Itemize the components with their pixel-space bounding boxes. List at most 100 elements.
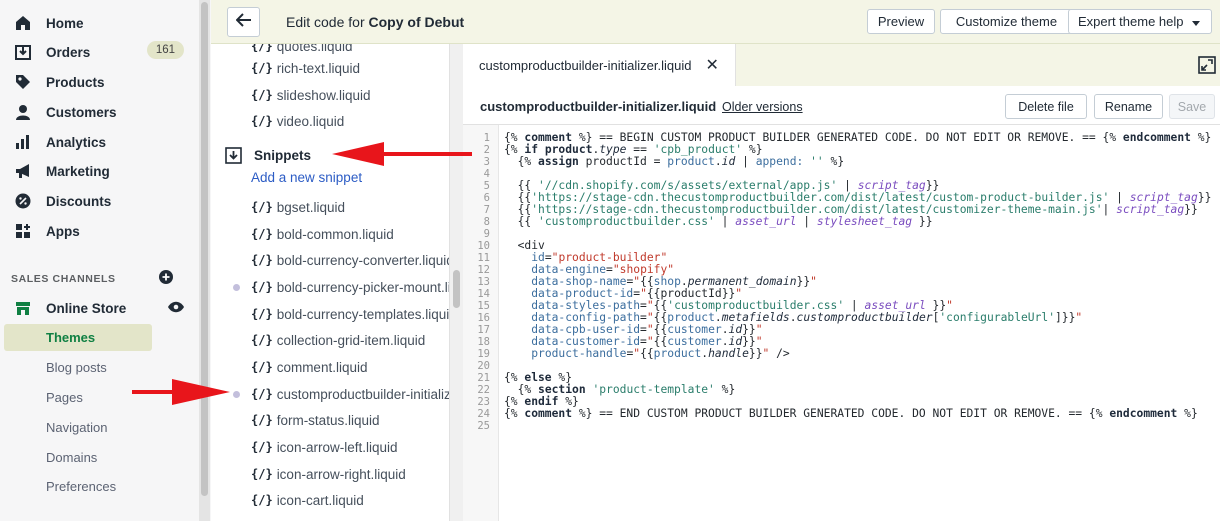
nav-item-discounts[interactable]: Discounts: [14, 189, 184, 213]
nav-item-online-store[interactable]: Online Store: [14, 296, 184, 320]
liquid-file-icon: {/}: [251, 114, 273, 128]
tab-customproductbuilder-initializer[interactable]: customproductbuilder-initializer.liquid …: [463, 44, 736, 86]
file-name: slideshow.liquid: [276, 87, 371, 103]
file-name: bold-currency-picker-mount.liquid: [276, 279, 449, 295]
file-item[interactable]: {/} bold-currency-converter.liquid: [251, 249, 449, 271]
code-line: {{ 'customproductbuilder.css' | asset_ur…: [504, 215, 933, 228]
add-snippet-link[interactable]: Add a new snippet: [251, 170, 362, 185]
liquid-file-icon: {/}: [251, 467, 273, 481]
home-icon: [14, 14, 32, 32]
file-item[interactable]: {/} icon-cart.liquid: [251, 489, 364, 511]
megaphone-icon: [14, 162, 32, 180]
file-item[interactable]: {/} video.liquid: [251, 110, 344, 132]
subnav-navigation[interactable]: Navigation: [4, 414, 152, 441]
nav-label: Home: [46, 15, 84, 31]
nav-label: Orders: [46, 44, 91, 60]
file-list-scrollbar[interactable]: [449, 44, 463, 521]
liquid-file-icon: {/}: [251, 280, 273, 294]
subnav-preferences[interactable]: Preferences: [4, 473, 152, 500]
subnav-pages[interactable]: Pages: [4, 384, 152, 411]
line-number: 3: [483, 156, 490, 168]
title-prefix: Edit code for: [286, 14, 365, 30]
nav-item-apps[interactable]: Apps: [14, 219, 184, 243]
delete-file-button[interactable]: Delete file: [1005, 94, 1087, 119]
caret-down-icon: [1191, 14, 1200, 29]
snippets-heading[interactable]: Snippets: [225, 144, 311, 166]
file-item[interactable]: {/} rich-text.liquid: [251, 57, 360, 79]
file-item[interactable]: {/} form-status.liquid: [251, 409, 379, 431]
scrollbar-thumb[interactable]: [201, 2, 208, 496]
discount-icon: [14, 192, 32, 210]
sales-channels-label: SALES CHANNELS: [11, 273, 116, 285]
file-name: comment.liquid: [276, 359, 368, 375]
file-name: bold-currency-templates.liquid: [276, 306, 450, 322]
customize-theme-button[interactable]: Customize theme: [940, 9, 1073, 34]
add-channel-icon[interactable]: [159, 270, 173, 287]
line-number: 24: [477, 408, 490, 420]
nav-item-analytics[interactable]: Analytics: [14, 130, 184, 154]
file-item[interactable]: {/} icon-arrow-left.liquid: [251, 436, 397, 458]
nav-item-customers[interactable]: Customers: [14, 100, 184, 124]
file-name: bgset.liquid: [276, 199, 345, 215]
back-button[interactable]: [227, 7, 260, 37]
line-number: 18: [477, 336, 490, 348]
nav-label: Discounts: [46, 193, 112, 209]
admin-sidebar: Home Orders 161 Products Customers Analy…: [0, 0, 196, 521]
subnav-blog-posts[interactable]: Blog posts: [4, 354, 152, 381]
sidebar-scrollbar[interactable]: [199, 0, 210, 521]
line-number: 11: [477, 252, 490, 264]
file-name: quotes.liquid: [276, 44, 353, 54]
line-number: 25: [477, 420, 490, 432]
modified-dot: [233, 284, 240, 291]
file-item[interactable]: {/} slideshow.liquid: [251, 84, 371, 106]
annotation-arrow-file: [132, 379, 230, 405]
liquid-file-icon: {/}: [251, 253, 273, 267]
nav-item-orders[interactable]: Orders 161: [14, 40, 184, 64]
file-item[interactable]: {/} quotes.liquid: [251, 44, 353, 57]
scrollbar-thumb[interactable]: [453, 270, 460, 308]
eye-icon[interactable]: [168, 301, 184, 316]
expert-help-button[interactable]: Expert theme help: [1068, 9, 1212, 34]
liquid-file-icon: {/}: [251, 88, 273, 102]
line-number: 7: [483, 204, 490, 216]
file-item[interactable]: {/} bgset.liquid: [251, 196, 345, 218]
person-icon: [14, 103, 32, 121]
close-icon[interactable]: ✕: [705, 55, 718, 75]
file-name: icon-cart.liquid: [276, 492, 364, 508]
nav-item-products[interactable]: Products: [14, 70, 184, 94]
liquid-file-icon: {/}: [251, 493, 273, 507]
page-title: Edit code for Copy of Debut: [286, 14, 464, 30]
file-item[interactable]: {/}bold-currency-picker-mount.liquid: [251, 276, 449, 298]
subnav-themes[interactable]: Themes: [4, 324, 152, 351]
liquid-file-icon: {/}: [251, 440, 273, 454]
code-line: {% comment %} == END CUSTOM PRODUCT BUIL…: [504, 407, 1198, 420]
expand-icon[interactable]: [1198, 56, 1216, 74]
file-item[interactable]: {/} icon-arrow-right.liquid: [251, 463, 406, 485]
nav-item-marketing[interactable]: Marketing: [14, 159, 184, 183]
file-item-selected[interactable]: {/}customproductbuilder-initializer.liqu…: [251, 383, 449, 405]
file-item[interactable]: {/} bold-common.liquid: [251, 223, 394, 245]
save-button[interactable]: Save: [1169, 94, 1215, 119]
file-item[interactable]: {/} collection-grid-item.liquid: [251, 329, 425, 351]
line-number: 9: [483, 228, 490, 240]
line-number-gutter: 1 2 3 4 5 6 7 8 9 10 11 12 13 14 15 16 17 18 19 20 21 22 23 24 2…: [463, 125, 499, 521]
subnav-domains[interactable]: Domains: [4, 444, 152, 471]
nav-label: Online Store: [46, 300, 127, 316]
older-versions-link[interactable]: Older versions: [722, 100, 803, 114]
file-item[interactable]: {/} bold-currency-templates.liquid: [251, 303, 450, 325]
liquid-file-icon: {/}: [251, 200, 273, 214]
file-name: form-status.liquid: [276, 412, 380, 428]
rename-button[interactable]: Rename: [1094, 94, 1163, 119]
editor-area: customproductbuilder-initializer.liquid …: [463, 44, 1220, 521]
theme-name: Copy of Debut: [368, 14, 465, 30]
code-line: product-handle="{{product.handle}}" />: [531, 347, 790, 360]
nav-label: Analytics: [46, 134, 107, 150]
liquid-file-icon: {/}: [251, 227, 273, 241]
line-number: 13: [477, 276, 490, 288]
file-item[interactable]: {/} comment.liquid: [251, 356, 367, 378]
nav-item-home[interactable]: Home: [14, 11, 184, 35]
line-number: 20: [477, 360, 490, 372]
preview-button[interactable]: Preview: [867, 9, 935, 34]
code-editor[interactable]: 1 2 3 4 5 6 7 8 9 10 11 12 13 14 15 16 17 18 19 20 21 22 23 24 2…: [463, 125, 1220, 521]
folder-download-icon: [225, 146, 242, 164]
